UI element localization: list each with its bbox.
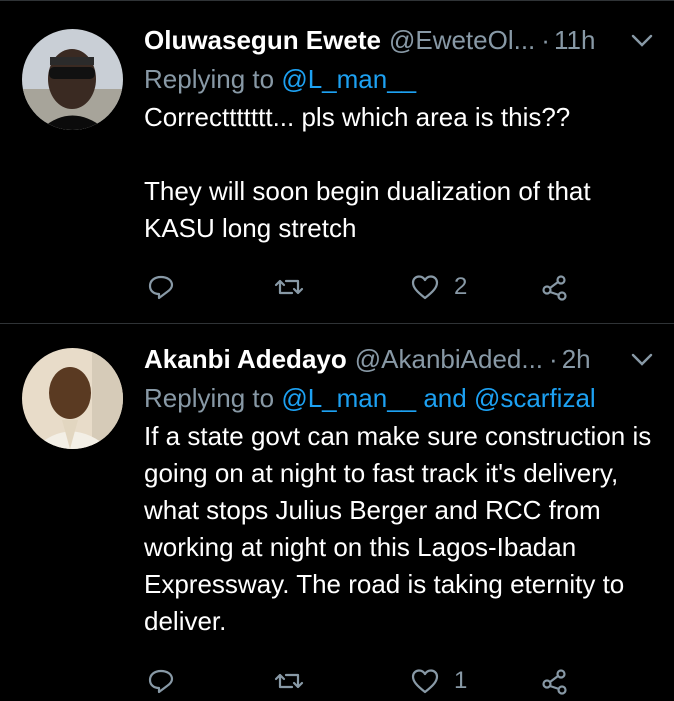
- reply-button[interactable]: [146, 267, 176, 307]
- tweet-header: Oluwasegun Ewete @EweteOl... · 11h: [144, 23, 654, 57]
- chevron-down-icon[interactable]: [630, 31, 654, 51]
- replying-prefix: Replying to: [144, 64, 275, 94]
- user-handle[interactable]: @AkanbiAded...: [355, 342, 543, 376]
- retweet-icon: [274, 673, 304, 689]
- mention-link[interactable]: @L_man__: [281, 64, 416, 94]
- separator-dot: ·: [549, 344, 558, 374]
- tweet-paragraph: They will soon begin dualization of that…: [144, 176, 591, 243]
- tweet-header: Akanbi Adedayo @AkanbiAded... · 2h: [144, 342, 654, 376]
- tweet-text: Correcttttttt... pls which area is this?…: [144, 99, 654, 247]
- tweet-actions: 1: [144, 661, 654, 701]
- like-button[interactable]: 2: [410, 267, 467, 307]
- timestamp[interactable]: 2h: [562, 342, 591, 376]
- retweet-icon: [274, 279, 304, 295]
- mention-link[interactable]: @L_man__ and @scarfizal: [281, 383, 595, 413]
- chevron-down-icon[interactable]: [630, 350, 654, 370]
- heart-icon: [411, 669, 439, 694]
- tweet-content: Oluwasegun Ewete @EweteOl... · 11h Reply…: [144, 23, 654, 247]
- replying-to: Replying to @L_man__ and @scarfizal: [144, 380, 654, 416]
- tweet-content: Akanbi Adedayo @AkanbiAded... · 2h Reply…: [144, 342, 654, 640]
- user-handle[interactable]: @EweteOl...: [389, 23, 535, 57]
- tweet-actions: 2: [144, 267, 654, 307]
- replying-prefix: Replying to: [144, 383, 275, 413]
- reply-icon: [148, 669, 174, 694]
- avatar[interactable]: [22, 29, 123, 130]
- replying-to: Replying to @L_man__: [144, 61, 654, 97]
- separator-dot: ·: [541, 25, 550, 55]
- share-button[interactable]: [540, 267, 570, 307]
- tweet-text: If a state govt can make sure constructi…: [144, 418, 654, 640]
- tweet-2[interactable]: Akanbi Adedayo @AkanbiAded... · 2h Reply…: [0, 323, 674, 699]
- reply-icon: [148, 275, 174, 300]
- timestamp[interactable]: 11h: [554, 23, 595, 57]
- tweet-paragraph: If a state govt can make sure constructi…: [144, 421, 652, 636]
- avatar[interactable]: [22, 348, 123, 449]
- share-icon: [542, 669, 567, 695]
- like-count: 2: [454, 273, 468, 300]
- heart-icon: [411, 275, 439, 300]
- tweet-paragraph: Correcttttttt... pls which area is this?…: [144, 102, 571, 132]
- like-button[interactable]: 1: [410, 661, 467, 701]
- tweet-1[interactable]: Oluwasegun Ewete @EweteOl... · 11h Reply…: [0, 0, 674, 323]
- display-name[interactable]: Oluwasegun Ewete: [144, 23, 381, 57]
- share-button[interactable]: [540, 661, 570, 701]
- share-icon: [542, 275, 567, 301]
- like-count: 1: [454, 667, 468, 694]
- display-name[interactable]: Akanbi Adedayo: [144, 342, 347, 376]
- retweet-button[interactable]: [274, 267, 304, 307]
- reply-button[interactable]: [146, 661, 176, 701]
- retweet-button[interactable]: [274, 661, 304, 701]
